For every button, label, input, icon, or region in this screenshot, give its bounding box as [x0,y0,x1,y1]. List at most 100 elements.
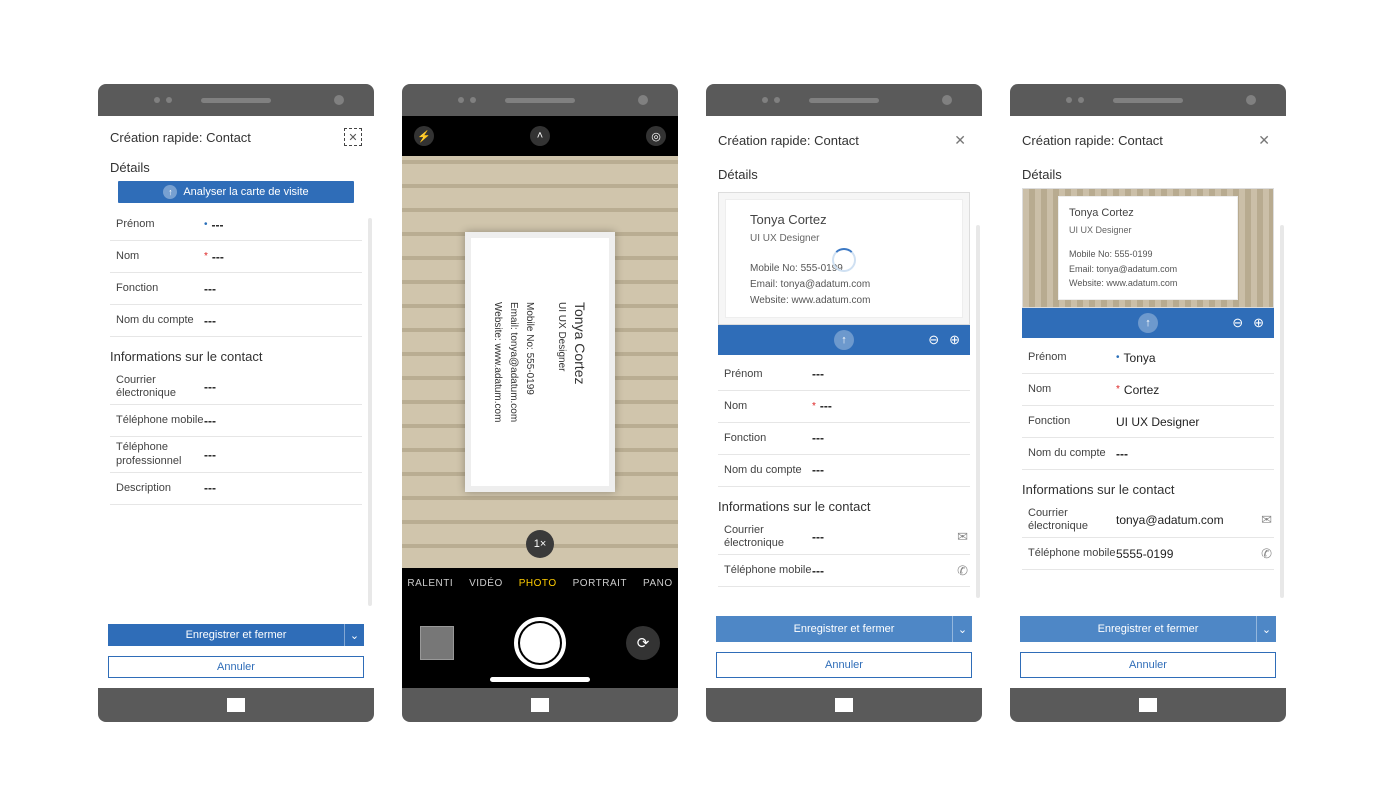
chevron-down-icon[interactable]: ⌄ [1256,616,1276,642]
nom-label: Nom [110,250,204,263]
email-action-icon[interactable]: ✉ [957,529,968,545]
home-button[interactable] [1139,698,1157,712]
page-title: Création rapide: Contact [110,130,251,145]
prenom-label: Prénom [1022,351,1116,364]
contact-section-label: Informations sur le contact [718,487,970,520]
phone-action-icon[interactable]: ✆ [1261,546,1272,562]
nom-field[interactable]: Cortez [1124,383,1274,397]
email-label: Courrier électronique [718,524,812,550]
mode-ralenti[interactable]: RALENTI [407,578,453,589]
page-title: Création rapide: Contact [718,133,859,148]
preview-toolbar: ↑ ⊖ ⊕ [1022,308,1274,338]
email-field[interactable]: --- [812,530,970,544]
compte-field[interactable]: --- [812,463,970,477]
cancel-button[interactable]: Annuler [1020,652,1276,678]
home-indicator[interactable] [490,677,590,682]
email-label: Courrier électronique [1022,507,1116,533]
phone-label: Téléphone professionnel [110,441,204,467]
mobile-field[interactable]: 5555-0199 [1116,547,1274,561]
email-action-icon[interactable]: ✉ [1261,512,1272,528]
nom-label: Nom [1022,383,1116,396]
switch-camera-icon[interactable]: ⟳ [626,626,660,660]
mode-portrait[interactable]: PORTRAIT [573,578,627,589]
fonction-field[interactable]: UI UX Designer [1116,415,1274,429]
preview-toolbar: ↑ ⊖ ⊕ [718,325,970,355]
compte-field[interactable]: --- [1116,447,1274,461]
close-button[interactable]: ✕ [344,128,362,146]
business-card: Tonya Cortez UI UX Designer Mobile No: 5… [465,232,615,492]
prenom-field[interactable]: --- [812,367,970,381]
mode-video[interactable]: VIDÉO [469,578,503,589]
prenom-field[interactable]: Tonya [1124,351,1274,365]
upload-icon: ↑ [163,185,177,199]
fonction-field[interactable]: --- [812,431,970,445]
gallery-thumbnail[interactable] [420,626,454,660]
zoom-in-icon[interactable]: ⊕ [949,332,960,348]
zoom-in-icon[interactable]: ⊕ [1253,315,1264,331]
close-button[interactable]: ✕ [1254,128,1274,153]
phone-mockup-3: Création rapide: Contact ✕ Détails Tonya… [706,84,982,722]
home-button[interactable] [227,698,245,712]
home-button[interactable] [835,698,853,712]
details-label: Détails [110,148,362,181]
cancel-button[interactable]: Annuler [716,652,972,678]
compte-field[interactable]: --- [204,314,362,328]
contact-section-label: Informations sur le contact [1022,470,1274,503]
save-close-button[interactable]: Enregistrer et fermer ⌄ [108,624,364,646]
fonction-label: Fonction [110,282,204,295]
home-button[interactable] [531,698,549,712]
save-close-button[interactable]: Enregistrer et fermer ⌄ [1020,616,1276,642]
phone-field[interactable]: --- [204,448,362,462]
mobile-field[interactable]: --- [204,414,362,428]
zoom-out-icon[interactable]: ⊖ [928,332,939,348]
description-label: Description [110,482,204,495]
camera-mode-selector[interactable]: RALENTI VIDÉO PHOTO PORTRAIT PANO [402,568,678,598]
scrollbar[interactable] [1280,225,1284,598]
fonction-field[interactable]: --- [204,282,362,296]
required-indicator: * [1116,384,1124,395]
required-indicator: * [204,251,212,262]
zoom-out-icon[interactable]: ⊖ [1232,315,1243,331]
fonction-label: Fonction [1022,415,1116,428]
email-field[interactable]: tonya@adatum.com [1116,513,1274,527]
cancel-button[interactable]: Annuler [108,656,364,678]
upload-icon[interactable]: ↑ [1138,313,1158,333]
close-button[interactable]: ✕ [950,128,970,153]
mobile-label: Téléphone mobile [110,414,204,427]
save-close-button[interactable]: Enregistrer et fermer ⌄ [716,616,972,642]
compte-label: Nom du compte [1022,447,1116,460]
mode-pano[interactable]: PANO [643,578,673,589]
page-title: Création rapide: Contact [1022,133,1163,148]
recommended-indicator: • [1116,352,1124,363]
nom-label: Nom [718,400,812,413]
details-label: Détails [718,155,970,188]
scrollbar[interactable] [976,225,980,598]
upload-icon[interactable]: ↑ [834,330,854,350]
details-label: Détails [1022,155,1274,188]
camera-viewfinder: Tonya Cortez UI UX Designer Mobile No: 5… [402,156,678,568]
fonction-label: Fonction [718,432,812,445]
email-label: Courrier électronique [110,374,204,400]
card-preview: Tonya Cortez UI UX Designer Mobile No: 5… [718,192,970,325]
compte-label: Nom du compte [110,314,204,327]
nom-field[interactable]: --- [820,399,970,413]
email-field[interactable]: --- [204,380,362,394]
prenom-field[interactable]: --- [212,218,362,232]
flash-icon[interactable]: ⚡ [414,126,434,146]
chevron-down-icon[interactable]: ⌄ [952,616,972,642]
phone-action-icon[interactable]: ✆ [957,563,968,579]
chevron-up-icon[interactable]: ˄ [530,126,550,146]
mobile-label: Téléphone mobile [1022,547,1116,560]
prenom-label: Prénom [110,218,204,231]
zoom-level[interactable]: 1× [526,530,554,558]
description-field[interactable]: --- [204,481,362,495]
nom-field[interactable]: --- [212,250,362,264]
scrollbar[interactable] [368,218,372,606]
shutter-button[interactable] [514,617,566,669]
phone-speaker-bar [1010,84,1286,116]
scan-card-button[interactable]: ↑ Analyser la carte de visite [118,181,354,203]
mode-photo[interactable]: PHOTO [519,578,557,589]
live-photo-icon[interactable]: ◎ [646,126,666,146]
mobile-field[interactable]: --- [812,564,970,578]
chevron-down-icon[interactable]: ⌄ [344,624,364,646]
